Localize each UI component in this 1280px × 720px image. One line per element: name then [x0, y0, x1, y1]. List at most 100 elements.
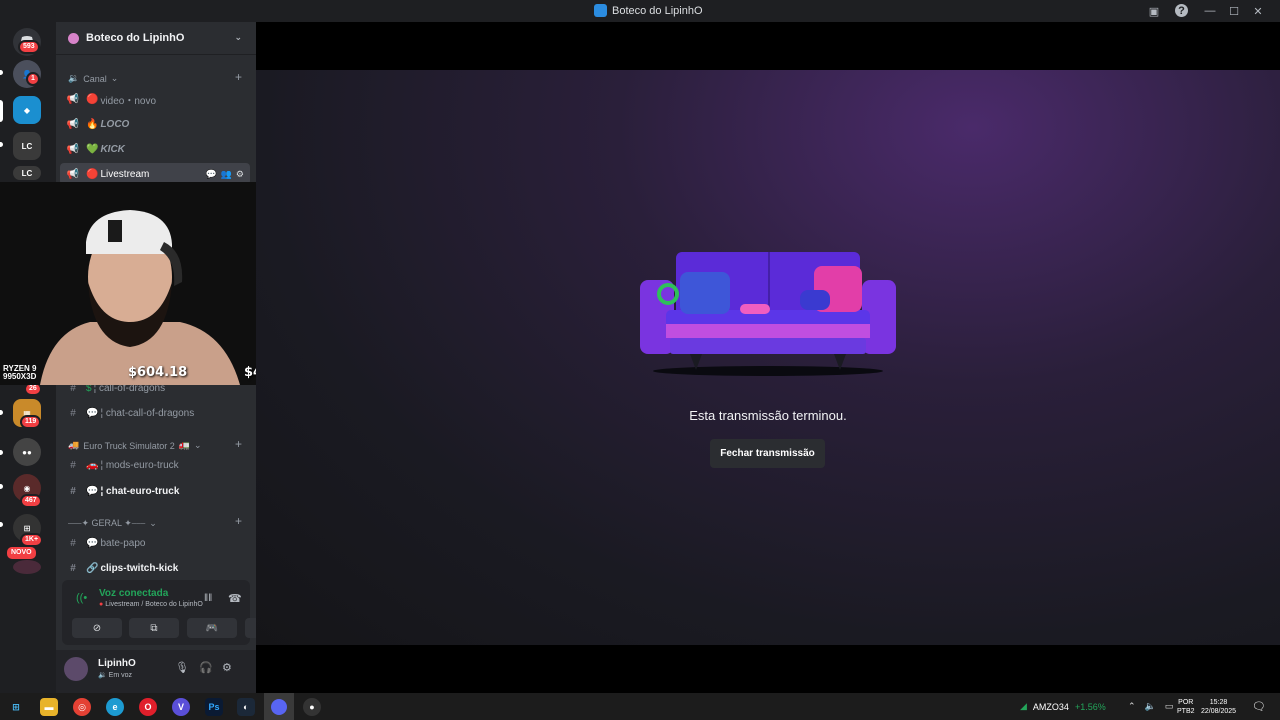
edge-icon[interactable]: e [106, 698, 124, 716]
windows-start-icon[interactable]: ⊞ [7, 698, 25, 716]
noise-suppression-icon[interactable]: ‖‖ [204, 593, 212, 604]
stage-letterbox-top [256, 22, 1280, 70]
steam-icon[interactable]: ◐ [237, 698, 255, 716]
stock-ticker: AMZO34 [1032, 701, 1069, 712]
voice-connection-panel: ((• Voz conectada ● Livestream / Boteco … [62, 580, 295, 645]
server-icon-more[interactable] [13, 560, 41, 574]
chrome-icon[interactable]: ◎ [73, 698, 91, 716]
voice-status[interactable]: Voz conectada [99, 588, 168, 599]
discord-taskbar-icon[interactable] [264, 693, 294, 720]
stock-widget[interactable]: ◢ AMZO34 +1.56% [1020, 693, 1106, 720]
window-title: Boteco do LipinhO [594, 4, 703, 17]
signal-icon: ((• [76, 592, 88, 604]
chevron-up-icon[interactable]: ⌃ [1128, 701, 1136, 712]
chevron-down-icon[interactable]: ⌄ [234, 32, 242, 43]
speaker-icon: 🔉 [68, 73, 80, 83]
text-channel[interactable]: # 💬 ¦ chat-call-of-dragons [60, 402, 250, 424]
maximize-icon[interactable]: ☐ [1222, 2, 1246, 20]
hash-icon: # [70, 562, 76, 574]
add-channel-icon[interactable]: + [235, 70, 242, 84]
voice-channel[interactable]: 📢 🔥 LOCO [60, 113, 250, 135]
chevron-down-icon: ⌄ [193, 440, 202, 450]
voice-location[interactable]: ● Livestream / Boteco do LipinhO [99, 601, 203, 608]
server-icon-group[interactable]: ●● [13, 438, 41, 466]
add-channel-icon[interactable]: + [235, 437, 242, 451]
category-canal[interactable]: 🔉 Canal ⌄ [68, 73, 118, 84]
minimize-icon[interactable]: — [1198, 2, 1222, 20]
settings-icon[interactable]: ⚙ [236, 169, 244, 180]
language-indicator[interactable]: POR PTB2 [1177, 693, 1195, 720]
headphones-icon[interactable]: 🎧 [199, 661, 213, 674]
photoshop-icon[interactable]: Ps [205, 698, 223, 716]
window-title-text: Boteco do LipinhO [612, 4, 703, 17]
channel-name: video・novo [100, 95, 157, 107]
server-icon-boteco[interactable]: ◆ [13, 96, 41, 124]
text-channel[interactable]: # 🚗 ¦ mods-euro-truck [60, 454, 250, 476]
screen-share-icon[interactable]: ⧉ [129, 618, 179, 638]
text-channel-unread[interactable]: # 🔗 clips-twitch-kick [60, 557, 250, 579]
unread-pill [0, 142, 3, 147]
user-panel: LipinhO 🔉 Em voz 🎙 🎧 ⚙ [56, 650, 256, 693]
hash-icon: # [70, 459, 76, 471]
voice-channel[interactable]: 📢 🔴 video・novo [60, 88, 250, 110]
notification-icon[interactable]: 🗨 [1252, 693, 1266, 720]
category-ets2[interactable]: 🚚 Euro Truck Simulator 2 🚛 ⌄ [68, 440, 202, 451]
voice-channel[interactable]: 📢 💚 KICK [60, 138, 250, 160]
activity-icon[interactable]: 🎮 [187, 618, 237, 638]
guild-header[interactable]: Boteco do LipinhO ⌄ [56, 22, 256, 55]
hash-icon: # [70, 485, 76, 497]
megaphone-icon: 📢 [66, 118, 80, 130]
inbox-icon[interactable]: ▣ [1146, 3, 1162, 19]
opera-icon[interactable]: O [139, 698, 157, 716]
guild-icon [68, 32, 79, 44]
username[interactable]: LipinhO [98, 658, 136, 669]
file-explorer-icon[interactable]: ▬ [40, 698, 58, 716]
user-status: 🔉 Em voz [98, 672, 133, 679]
channel-emoji: 💚 [86, 143, 99, 155]
clock[interactable]: 15:28 22/08/2025 [1201, 693, 1236, 720]
text-channel-unread[interactable]: # 💬 ¦ chat-euro-truck [60, 480, 250, 502]
channel-emoji: 💬 [86, 537, 99, 549]
camera-off-icon[interactable]: ⊘ [72, 618, 122, 638]
unread-pill [0, 484, 3, 489]
stage-letterbox-bottom [256, 645, 1280, 693]
unread-pill [0, 70, 3, 75]
lang-bottom: PTB2 [1177, 707, 1195, 715]
window-controls: — ☐ ✕ [1198, 2, 1270, 20]
channel-name: bate-papo [100, 537, 146, 549]
chat-icon[interactable]: 💬 [205, 169, 216, 180]
invite-icon[interactable]: 👥 [221, 169, 232, 180]
mic-icon[interactable]: 🎙 [175, 661, 189, 674]
help-icon[interactable]: ? [1175, 4, 1188, 17]
avatar[interactable] [64, 657, 88, 681]
vpn-icon[interactable]: V [172, 698, 190, 716]
clock-time: 15:28 [1209, 698, 1228, 706]
unread-pill [0, 522, 3, 527]
stream-stage: Esta transmissão terminou. Fechar transm… [256, 70, 1280, 645]
disconnect-icon[interactable]: ☎ [228, 592, 242, 605]
system-tray: ⌃ 🔈 ▭ [1128, 693, 1173, 720]
settings-icon[interactable]: ⚙ [222, 661, 232, 674]
webcam-person [0, 182, 294, 385]
discord-app-icon [594, 4, 607, 17]
obs-icon[interactable]: ● [303, 698, 321, 716]
webcam-overlay: RYZEN 9 9950X3D $604.18 $4,500 [0, 182, 294, 385]
text-channel[interactable]: # 💬 bate-papo [60, 532, 250, 554]
volume-icon[interactable]: 🔈 [1145, 701, 1156, 712]
hash-icon: # [70, 537, 76, 549]
category-geral[interactable]: ⎯⎯⎯✦ GERAL ✦⎯⎯⎯ ⌄ [68, 518, 157, 529]
server-icon-lc[interactable]: LC [13, 132, 41, 160]
channel-emoji: 🔗 [86, 562, 99, 574]
channel-name: Livestream [100, 168, 150, 180]
network-icon[interactable]: ▭ [1165, 701, 1174, 712]
channel-emoji: 🚗 [86, 459, 99, 471]
add-channel-icon[interactable]: + [235, 514, 242, 528]
selected-pill [0, 100, 3, 122]
megaphone-icon: 📢 [66, 168, 80, 180]
chevron-down-icon: ⌄ [149, 518, 157, 528]
server-icon-lc2[interactable]: LC [13, 166, 41, 180]
close-window-icon[interactable]: ✕ [1246, 2, 1270, 20]
channel-name: ¦ mods-euro-truck [100, 459, 179, 471]
close-stream-button[interactable]: Fechar transmissão [710, 439, 825, 468]
guild-name: Boteco do LipinhO [86, 32, 185, 44]
